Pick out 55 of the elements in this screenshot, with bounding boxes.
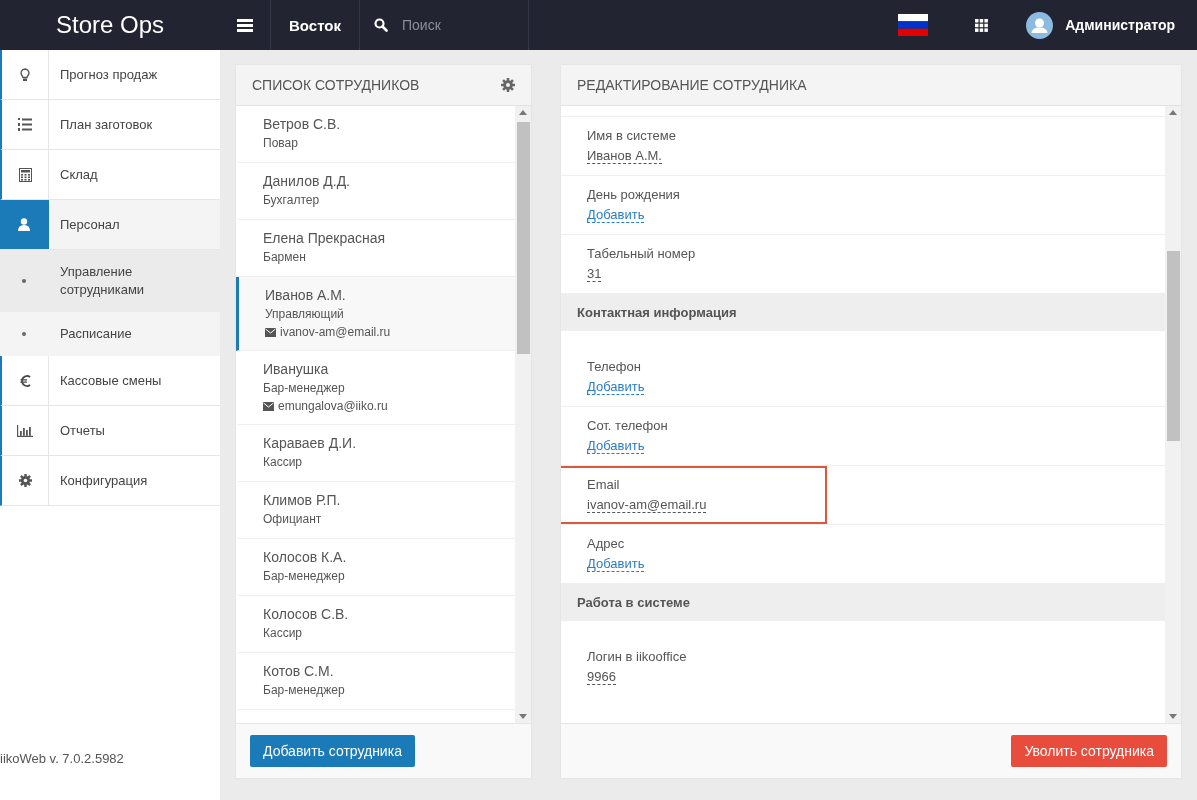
field-label: Сот. телефон <box>587 418 668 433</box>
bullet-icon <box>22 332 26 336</box>
editable-value[interactable]: 31 <box>587 266 602 282</box>
field-label: Адрес <box>587 536 625 551</box>
user-name[interactable]: Администратор <box>1065 17 1175 33</box>
field-label: День рождения <box>587 187 680 202</box>
search-field[interactable]: Поиск <box>399 16 524 34</box>
version-label: iikoWeb v. 7.0.2.5982 <box>0 751 125 768</box>
sidebar-item[interactable]: Отчеты <box>0 406 220 456</box>
panel-title: РЕДАКТИРОВАНИЕ СОТРУДНИКА <box>577 77 807 93</box>
employee-list-item[interactable]: Иванов А.М. Управляющий ivanov-am@email.ru <box>236 277 515 351</box>
add-link[interactable]: Добавить <box>587 556 645 572</box>
location-selector[interactable]: Восток <box>270 0 360 50</box>
sidebar-subitem[interactable]: Управление сотрудниками <box>0 250 220 312</box>
sidebar-item[interactable]: Конфигурация <box>0 456 220 506</box>
editable-value[interactable]: ivanov-am@email.ru <box>587 497 707 513</box>
field-label: Телефон <box>587 359 641 374</box>
section-heading: Контактная информация <box>561 293 1165 331</box>
field-label: Email <box>587 477 620 492</box>
panel-title: СПИСОК СОТРУДНИКОВ <box>252 77 420 93</box>
sidebar-subitem[interactable]: Расписание <box>0 312 220 356</box>
settings-icon[interactable] <box>501 78 515 92</box>
avatar-icon[interactable] <box>1026 11 1054 39</box>
settings-icon <box>18 474 32 487</box>
sidebar-item[interactable]: Прогноз продаж <box>0 50 220 100</box>
app-logo[interactable]: Store Ops <box>0 11 220 39</box>
euro-icon <box>19 374 31 387</box>
field-label: Имя в системе <box>587 128 676 143</box>
calculator-icon <box>18 167 32 182</box>
sidebar-item[interactable]: Персонал <box>0 200 220 250</box>
bullet-icon <box>22 279 26 283</box>
person-icon <box>18 218 30 231</box>
sidebar-item[interactable]: Кассовые смены <box>0 356 220 406</box>
field-label: Табельный номер <box>587 246 696 261</box>
add-link[interactable]: Добавить <box>587 379 645 395</box>
section-heading: Работа в системе <box>561 583 1165 621</box>
lightbulb-icon <box>20 67 30 82</box>
dismiss-employee-button[interactable]: Уволить сотрудника <box>1011 735 1167 767</box>
envelope-icon <box>263 401 274 411</box>
envelope-icon <box>265 327 276 337</box>
add-employee-button[interactable]: Добавить сотрудника <box>250 735 415 767</box>
apps-grid-icon[interactable] <box>975 18 989 32</box>
menu-icon[interactable] <box>237 18 253 32</box>
sidebar-item[interactable]: План заготовок <box>0 100 220 150</box>
bar-chart-icon <box>17 424 33 437</box>
editable-value[interactable]: Иванов А.М. <box>587 148 662 164</box>
scrollbar[interactable] <box>1165 106 1181 723</box>
editable-value[interactable]: 9966 <box>587 669 616 685</box>
field-label: Логин в iikooffice <box>587 649 687 664</box>
add-link[interactable]: Добавить <box>587 438 645 454</box>
add-link[interactable]: Добавить <box>587 207 645 223</box>
search-icon[interactable] <box>373 18 388 32</box>
flag-icon[interactable] <box>898 14 929 36</box>
scrollbar[interactable] <box>515 106 531 723</box>
numbered-list-icon <box>18 118 32 131</box>
